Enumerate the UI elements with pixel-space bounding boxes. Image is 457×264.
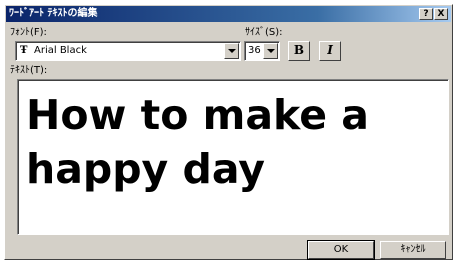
- wordart-text[interactable]: How to make a happy day: [26, 88, 446, 196]
- font-label: ﾌｫﾝﾄ(F):: [10, 27, 47, 38]
- close-button[interactable]: X: [434, 8, 448, 20]
- font-dropdown[interactable]: Ŧ Arial Black: [15, 41, 241, 61]
- text-input-area[interactable]: How to make a happy day: [17, 79, 449, 235]
- dialog-title: ﾜｰﾄﾞｱｰﾄ ﾃｷｽﾄの編集: [9, 8, 98, 19]
- size-dropdown-arrow-icon[interactable]: [263, 43, 278, 59]
- ok-button[interactable]: OK: [307, 240, 375, 260]
- cancel-button[interactable]: ｷｬﾝｾﾙ: [380, 241, 446, 259]
- truetype-font-icon: Ŧ: [20, 45, 28, 56]
- bold-button[interactable]: B: [288, 41, 310, 61]
- italic-button[interactable]: I: [319, 41, 341, 61]
- size-value: 36: [248, 45, 261, 56]
- font-value: Arial Black: [34, 45, 87, 56]
- text-label: ﾃｷｽﾄ(T):: [10, 65, 48, 76]
- size-label: ｻｲｽﾞ(S):: [245, 27, 283, 38]
- help-button[interactable]: ?: [419, 8, 433, 20]
- wordart-text-dialog: ﾜｰﾄﾞｱｰﾄ ﾃｷｽﾄの編集 ? X ﾌｫﾝﾄ(F): Ŧ Arial Bla…: [4, 4, 453, 260]
- title-bar: ﾜｰﾄﾞｱｰﾄ ﾃｷｽﾄの編集 ? X: [6, 6, 451, 22]
- font-dropdown-arrow-icon[interactable]: [224, 43, 239, 59]
- size-dropdown[interactable]: 36: [244, 41, 280, 61]
